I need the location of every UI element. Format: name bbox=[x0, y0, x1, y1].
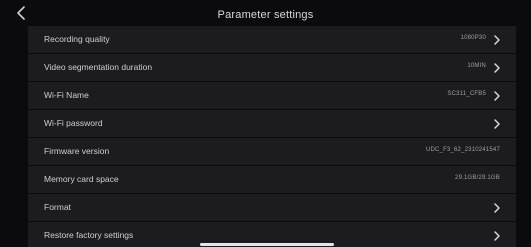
setting-label: Wi-Fi password bbox=[44, 118, 103, 128]
setting-value: SC311_CFB5 bbox=[447, 91, 486, 97]
setting-value: 1080P30 bbox=[460, 35, 486, 41]
setting-label: Format bbox=[44, 202, 71, 212]
setting-value: 10MIN bbox=[467, 63, 486, 69]
header-bar: Parameter settings bbox=[0, 0, 531, 26]
setting-value: 29.1GB/29.1GB bbox=[455, 175, 500, 181]
parameter-settings-screen: Parameter settings Recording quality 1080… bbox=[0, 0, 531, 247]
setting-label: Restore factory settings bbox=[44, 230, 134, 240]
setting-row-firmware-version: Firmware version UDC_F3_62_2310241547 bbox=[28, 138, 516, 166]
setting-row-format[interactable]: Format bbox=[28, 194, 516, 222]
setting-row-wifi-password[interactable]: Wi-Fi password bbox=[28, 110, 516, 138]
setting-label: Memory card space bbox=[44, 174, 119, 184]
setting-label: Recording quality bbox=[44, 34, 110, 44]
chevron-right-icon bbox=[494, 35, 500, 45]
setting-row-video-segmentation-duration[interactable]: Video segmentation duration 10MIN bbox=[28, 54, 516, 82]
chevron-right-icon bbox=[494, 91, 500, 101]
setting-label: Wi-Fi Name bbox=[44, 90, 89, 100]
chevron-right-icon bbox=[494, 231, 500, 241]
settings-list: Recording quality 1080P30 Video segmentati… bbox=[28, 26, 516, 247]
home-indicator bbox=[200, 243, 334, 246]
setting-value: UDC_F3_62_2310241547 bbox=[425, 147, 500, 153]
setting-row-wifi-name[interactable]: Wi-Fi Name SC311_CFB5 bbox=[28, 82, 516, 110]
chevron-right-icon bbox=[494, 119, 500, 129]
chevron-right-icon bbox=[494, 63, 500, 73]
setting-label: Video segmentation duration bbox=[44, 62, 153, 72]
setting-label: Firmware version bbox=[44, 146, 110, 156]
page-title: Parameter settings bbox=[217, 9, 314, 21]
setting-row-memory-card-space: Memory card space 29.1GB/29.1GB bbox=[28, 166, 516, 194]
chevron-right-icon bbox=[494, 203, 500, 213]
setting-row-recording-quality[interactable]: Recording quality 1080P30 bbox=[28, 26, 516, 54]
